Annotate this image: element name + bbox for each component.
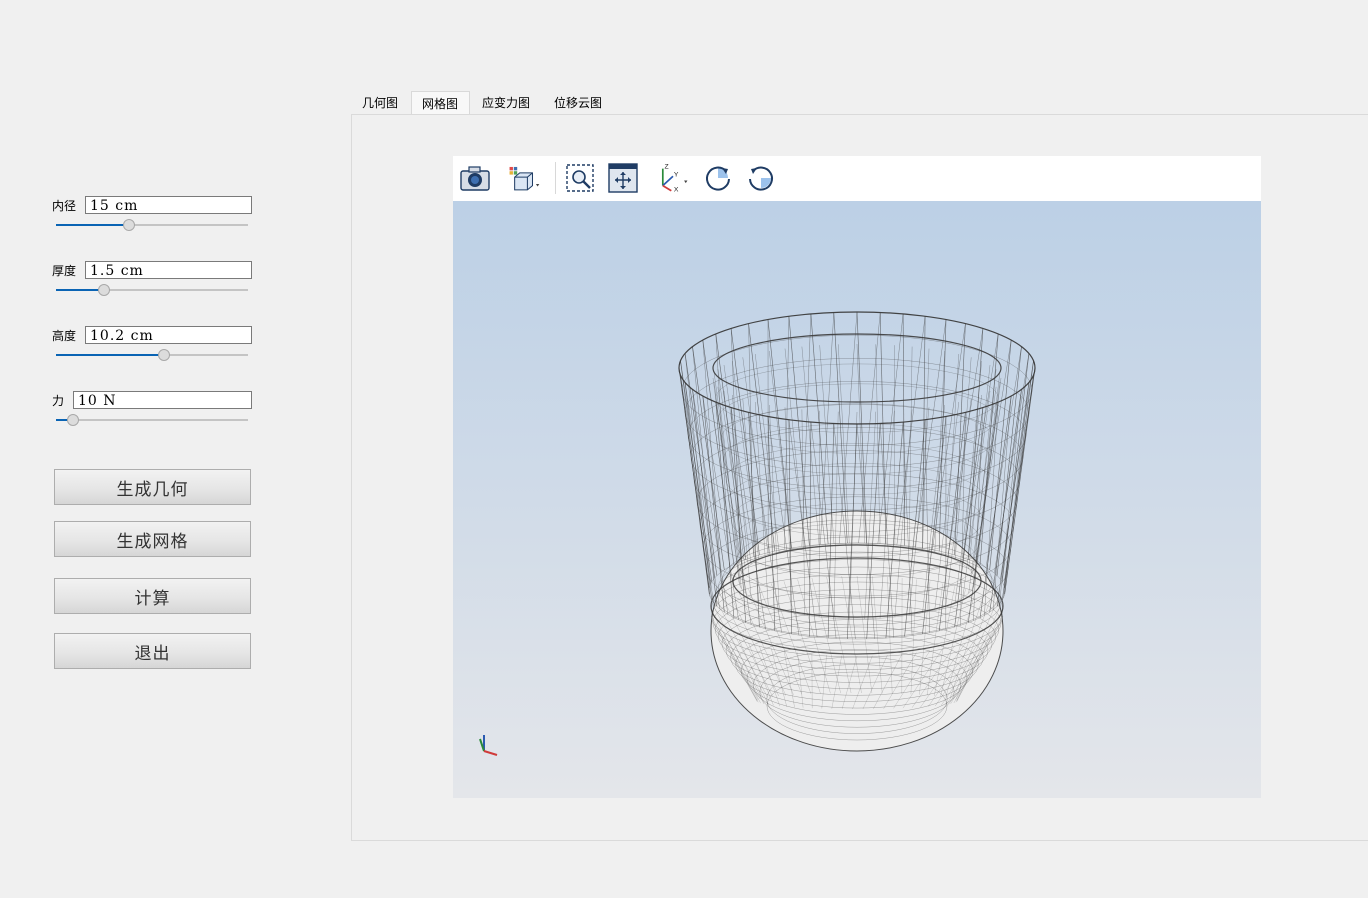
tab-mesh[interactable]: 网格图 (411, 91, 470, 115)
toolbar-separator (555, 162, 556, 194)
slider-thumb[interactable] (157, 349, 170, 361)
render-canvas[interactable] (453, 201, 1261, 798)
svg-text:Y: Y (674, 171, 679, 178)
thickness-input[interactable]: 1.5 cm (85, 261, 252, 279)
force-label: 力 (52, 394, 65, 408)
axes-orientation-icon[interactable]: Z Y X (656, 162, 690, 194)
height-label: 高度 (52, 329, 77, 343)
tab-strain[interactable]: 应变力图 (472, 91, 540, 115)
zoom-box-icon[interactable] (563, 162, 597, 194)
mesh-viewer: Z Y X (453, 156, 1261, 798)
slider-thumb[interactable] (67, 414, 80, 426)
fit-all-icon[interactable] (606, 162, 640, 194)
force-slider[interactable] (56, 413, 248, 427)
tab-displacement[interactable]: 位移云图 (544, 91, 612, 115)
rotate-ccw-icon[interactable] (744, 162, 778, 194)
rotate-cw-icon[interactable] (701, 162, 735, 194)
svg-text:Z: Z (665, 164, 669, 171)
generate-geometry-button[interactable]: 生成几何 (54, 469, 251, 505)
orientation-triad-icon (479, 735, 498, 756)
view-cube-icon[interactable] (507, 162, 541, 194)
inner-diameter-slider[interactable] (56, 218, 248, 232)
viewer-toolbar: Z Y X (453, 156, 1261, 201)
height-input[interactable]: 10.2 cm (85, 326, 252, 344)
height-slider[interactable] (56, 348, 248, 362)
svg-text:X: X (674, 187, 679, 194)
exit-button[interactable]: 退出 (54, 633, 251, 669)
force-input[interactable]: 10 N (73, 391, 252, 409)
slider-thumb[interactable] (122, 219, 135, 231)
inner-diameter-input[interactable]: 15 cm (85, 196, 252, 214)
slider-thumb[interactable] (98, 284, 110, 296)
compute-button[interactable]: 计算 (54, 578, 251, 614)
generate-mesh-button[interactable]: 生成网格 (54, 521, 251, 557)
thickness-label: 厚度 (52, 264, 77, 278)
inner-diameter-label: 内径 (52, 199, 77, 213)
mesh-model (678, 311, 1036, 752)
tab-geometry[interactable]: 几何图 (352, 91, 408, 115)
thickness-slider[interactable] (56, 283, 248, 297)
camera-icon[interactable] (458, 162, 492, 194)
